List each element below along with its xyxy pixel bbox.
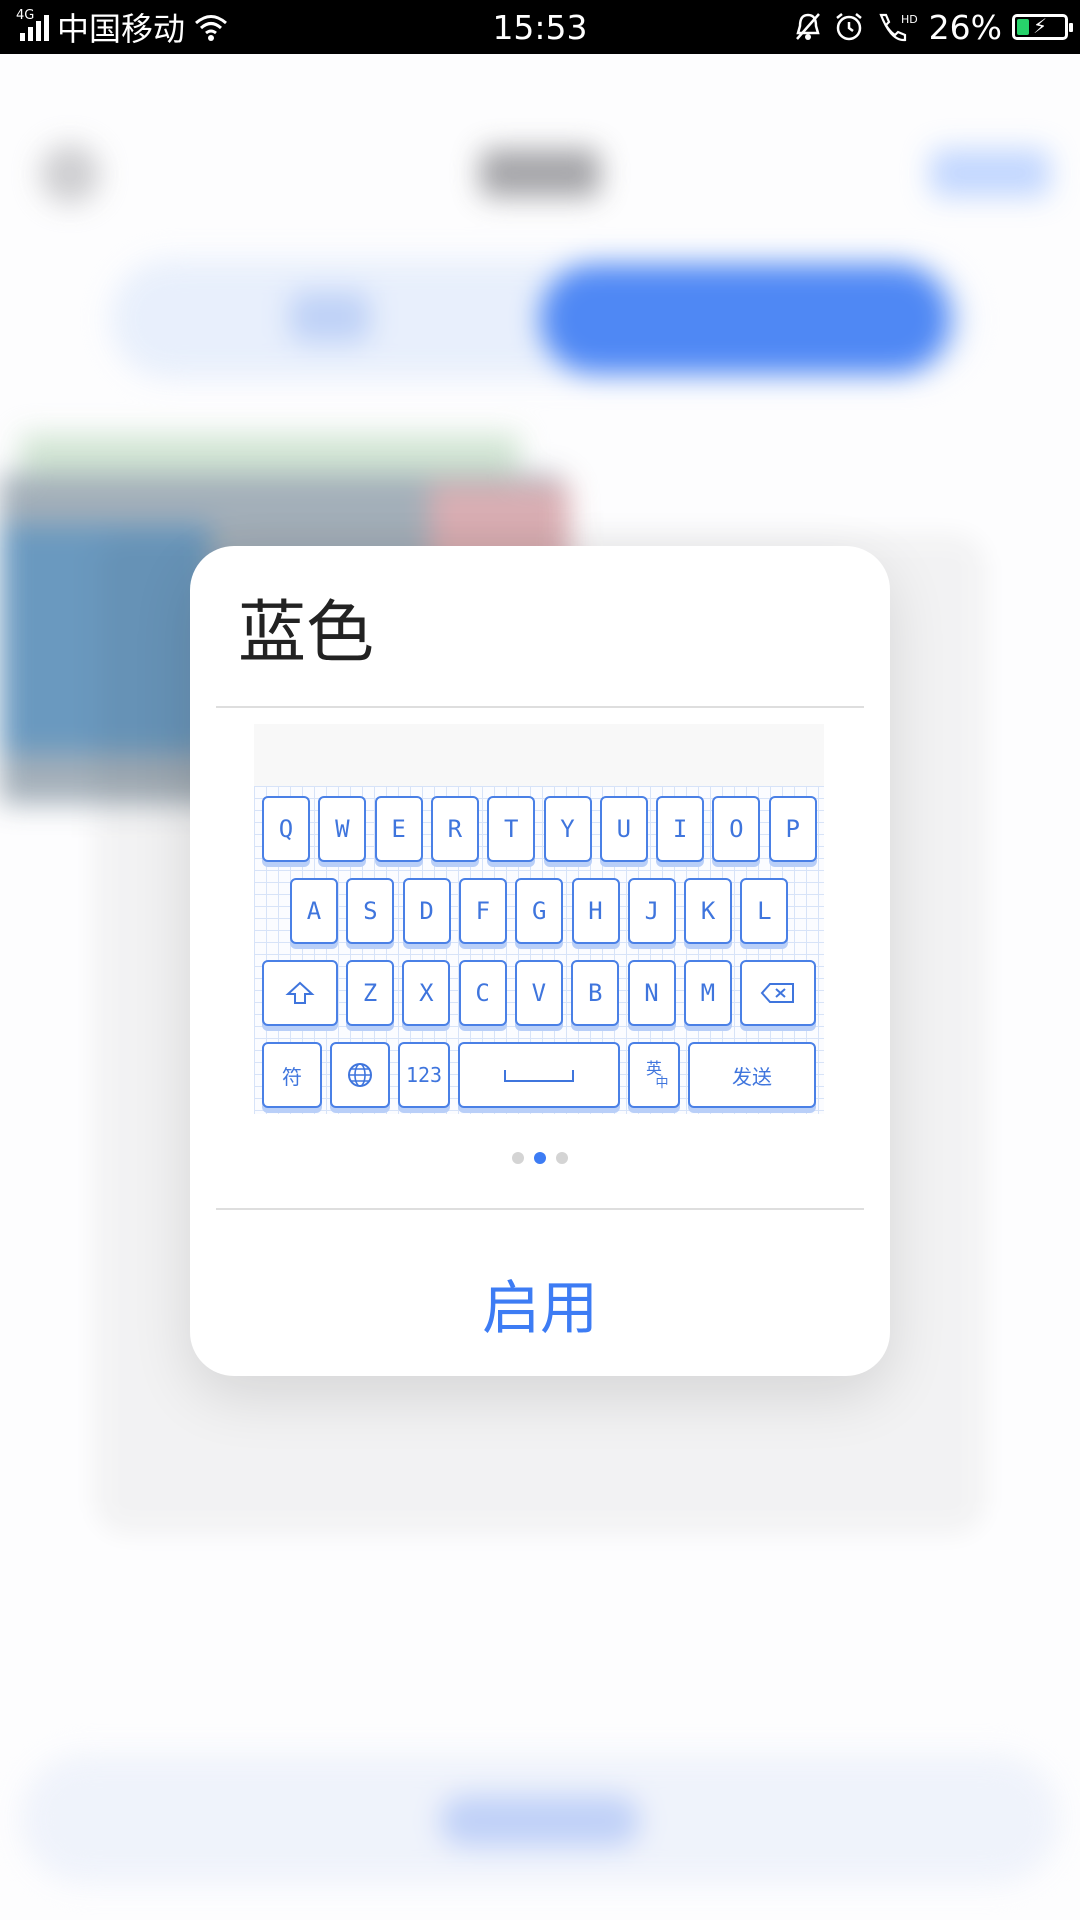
- preview-candidate-bar: [254, 724, 824, 786]
- battery-icon: ⚡: [1012, 14, 1073, 40]
- key-space: [458, 1042, 620, 1108]
- key-a: A: [290, 878, 338, 944]
- key-p: P: [768, 796, 817, 862]
- space-icon: [504, 1070, 574, 1082]
- key-m: M: [683, 960, 732, 1026]
- key-shift: [262, 960, 338, 1026]
- key-language-switch: 英中: [628, 1042, 680, 1108]
- status-bar: 4G 中国移动 15:53 HD 26% ⚡: [0, 0, 1080, 54]
- key-i: I: [656, 796, 705, 862]
- key-n: N: [627, 960, 676, 1026]
- key-c: C: [458, 960, 507, 1026]
- key-t: T: [487, 796, 536, 862]
- page-indicator: [190, 1152, 890, 1164]
- key-globe: [330, 1042, 390, 1108]
- key-e: E: [374, 796, 423, 862]
- lang-key-top-label: 英: [645, 1058, 662, 1078]
- page-dot-1: [512, 1152, 524, 1164]
- key-s: S: [346, 878, 395, 944]
- shift-icon: [285, 981, 315, 1004]
- key-x: X: [402, 960, 451, 1026]
- key-z: Z: [346, 960, 394, 1026]
- alarm-icon: [835, 13, 862, 41]
- key-q: Q: [262, 796, 310, 862]
- hd-call-icon: HD: [879, 13, 918, 42]
- battery-percent: 26%: [928, 7, 1002, 47]
- theme-preview-dialog: 蓝色 Q W E R T Y U I O P A S D F G H J K L Z X C V B N M 符 123 英中发送 启用: [190, 546, 890, 1376]
- key-w: W: [318, 796, 367, 862]
- divider-top: [216, 706, 864, 708]
- enable-button[interactable]: 启用: [190, 1230, 890, 1376]
- keyboard-theme-preview[interactable]: Q W E R T Y U I O P A S D F G H J K L Z X C V B N M 符 123 英中发送: [254, 724, 824, 1114]
- key-h: H: [571, 878, 620, 944]
- key-o: O: [712, 796, 761, 862]
- lang-key-bottom-label: 中: [655, 1075, 669, 1091]
- page-dot-2-active: [534, 1152, 546, 1164]
- dialog-title: 蓝色: [238, 594, 375, 673]
- status-right: HD 26% ⚡: [793, 0, 1073, 54]
- key-f: F: [458, 878, 507, 944]
- key-v: V: [514, 960, 563, 1026]
- key-send: 发送: [688, 1042, 816, 1108]
- key-d: D: [402, 878, 451, 944]
- svg-text:HD: HD: [901, 13, 918, 26]
- key-b: B: [571, 960, 620, 1026]
- key-y: Y: [543, 796, 592, 862]
- mute-bell-icon: [795, 13, 820, 40]
- key-123: 123: [398, 1042, 450, 1108]
- page-dot-3: [556, 1152, 568, 1164]
- divider-bottom: [216, 1208, 864, 1210]
- keyboard-preview: Q W E R T Y U I O P A S D F G H J K L Z X C V B N M 符 123 英中发送: [254, 786, 824, 1114]
- key-l: L: [740, 878, 789, 944]
- globe-icon: [348, 1063, 372, 1087]
- key-symbols: 符: [262, 1042, 322, 1108]
- backspace-icon: [760, 983, 794, 1003]
- key-u: U: [599, 796, 648, 862]
- key-r: R: [430, 796, 479, 862]
- key-backspace: [740, 960, 816, 1026]
- key-g: G: [515, 878, 564, 944]
- key-j: J: [627, 878, 676, 944]
- key-k: K: [684, 878, 733, 944]
